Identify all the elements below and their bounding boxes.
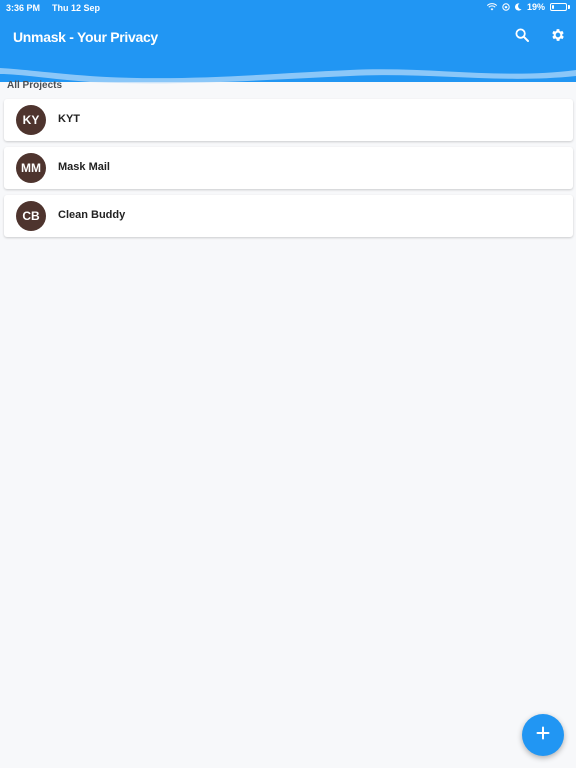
app-header: 3:36 PM Thu 12 Sep 19% Unmask - Your Pri… [0,0,576,84]
plus-icon [536,726,550,745]
project-name: Mask Mail [58,161,110,173]
battery-percent: 19% [526,2,545,12]
gear-icon [550,27,566,48]
project-list: KY KYT MM Mask Mail CB Clean Buddy [4,99,573,243]
status-date: Thu 12 Sep [52,3,101,13]
app-title: Unmask - Your Privacy [13,29,158,45]
project-avatar: KY [16,105,46,135]
battery-tip [568,5,570,9]
status-indicators: 19% [486,2,570,12]
project-avatar: CB [16,201,46,231]
add-project-button[interactable] [522,714,564,756]
orientation-lock-icon [502,3,510,11]
wifi-icon [486,3,497,11]
battery-icon [550,3,567,11]
status-bar: 3:36 PM Thu 12 Sep 19% [0,0,576,16]
project-item[interactable]: KY KYT [4,99,573,141]
search-icon [515,28,529,47]
app-screen: 3:36 PM Thu 12 Sep 19% Unmask - Your Pri… [0,0,576,768]
status-time: 3:36 PM [6,3,41,13]
battery-level [552,5,554,9]
project-item[interactable]: CB Clean Buddy [4,195,573,237]
project-avatar: MM [16,153,46,183]
settings-button[interactable] [547,26,569,48]
search-button[interactable] [511,26,533,48]
header-wave [0,52,576,84]
project-item[interactable]: MM Mask Mail [4,147,573,189]
project-name: Clean Buddy [58,209,126,221]
project-name: KYT [58,113,80,125]
section-title: All Projects [7,80,63,91]
moon-icon [514,3,522,11]
